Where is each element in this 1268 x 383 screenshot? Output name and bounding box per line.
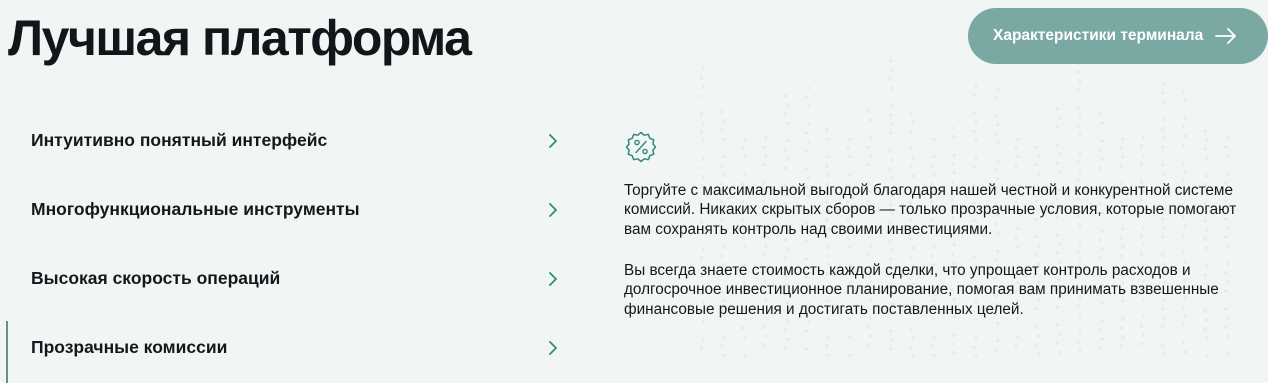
chevron-right-icon bbox=[547, 133, 559, 148]
page-title: Лучшая платформа bbox=[8, 10, 472, 66]
feature-item-commissions[interactable]: Прозрачные комиссии bbox=[0, 313, 580, 383]
chevron-right-icon bbox=[547, 271, 559, 286]
feature-item-label: Прозрачные комиссии bbox=[31, 337, 228, 357]
feature-item-interface[interactable]: Интуитивно понятный интерфейс bbox=[0, 106, 580, 175]
feature-item-speed[interactable]: Высокая скорость операций bbox=[0, 244, 580, 313]
feature-item-label: Многофункциональные инструменты bbox=[31, 199, 360, 219]
feature-item-label: Высокая скорость операций bbox=[31, 268, 281, 288]
terminal-features-button-label: Характеристики терминала bbox=[993, 27, 1204, 44]
feature-list: Интуитивно понятный интерфейс Многофункц… bbox=[0, 106, 580, 383]
chevron-right-icon bbox=[547, 202, 559, 217]
detail-paragraph: Торгуйте с максимальной выгодой благодар… bbox=[624, 182, 1237, 238]
feature-item-tools[interactable]: Многофункциональные инструменты bbox=[0, 175, 580, 244]
percent-badge-icon bbox=[624, 130, 1254, 164]
terminal-features-button[interactable]: Характеристики терминала bbox=[968, 8, 1268, 64]
chevron-right-icon bbox=[547, 340, 559, 355]
detail-paragraph: Вы всегда знаете стоимость каждой сделки… bbox=[624, 262, 1219, 318]
feature-item-label: Интуитивно понятный интерфейс bbox=[31, 130, 328, 150]
feature-detail-panel: Торгуйте с максимальной выгодой благодар… bbox=[624, 130, 1254, 318]
arrow-right-icon bbox=[1215, 28, 1237, 44]
